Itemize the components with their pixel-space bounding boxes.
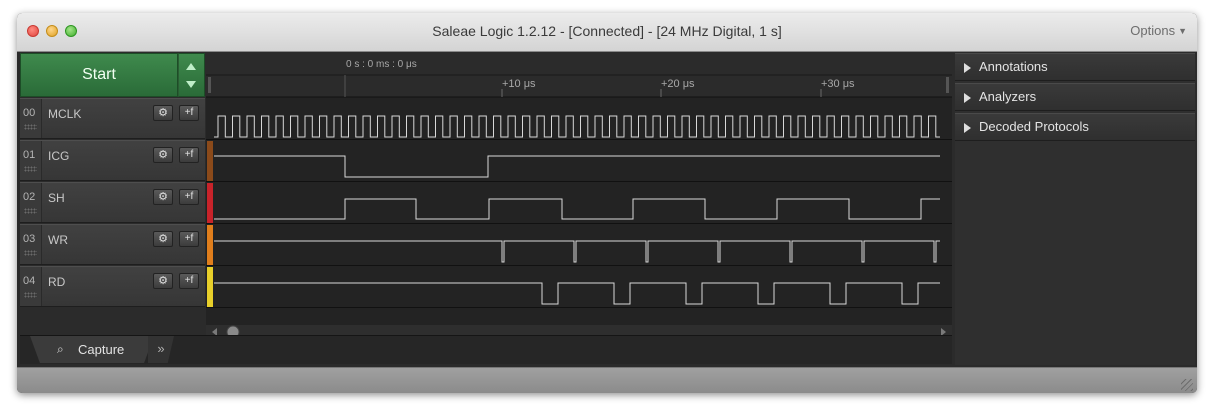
trace-sh — [214, 198, 940, 220]
channel-number: 03 — [23, 233, 36, 245]
grip-dots-icon — [24, 208, 37, 214]
gear-icon[interactable]: ⚙ — [153, 231, 173, 247]
disclosure-triangle-icon — [964, 123, 971, 133]
trigger-edge-icon[interactable]: +f — [179, 231, 199, 247]
channel-name[interactable]: SH — [48, 191, 65, 205]
panel-decoded-protocols[interactable]: Decoded Protocols — [955, 113, 1195, 141]
gear-icon[interactable]: ⚙ — [153, 189, 173, 205]
channel-row-rd[interactable]: 04 RD ⚙ +f — [20, 266, 205, 307]
channel-name[interactable]: WR — [48, 233, 68, 247]
drag-handle[interactable]: 04 — [20, 267, 42, 306]
resize-grip-icon[interactable] — [1181, 379, 1193, 391]
grip-dots-icon — [24, 124, 37, 130]
gear-icon[interactable]: ⚙ — [153, 147, 173, 163]
channel-row-mclk[interactable]: 00 MCLK ⚙ +f — [20, 98, 205, 139]
tab-capture[interactable]: ⌕ Capture — [30, 336, 154, 363]
trace-icg — [214, 155, 940, 178]
drag-handle[interactable]: 00 — [20, 99, 42, 138]
options-label: Options — [1130, 23, 1176, 38]
channel-row-sh[interactable]: 02 SH ⚙ +f — [20, 182, 205, 223]
trigger-edge-icon[interactable]: +f — [179, 147, 199, 163]
trigger-edge-icon[interactable]: +f — [179, 189, 199, 205]
start-options-stepper[interactable] — [178, 53, 205, 97]
timeline-origin: 0 s : 0 ms : 0 μs — [346, 59, 417, 70]
window-title: Saleae Logic 1.2.12 - [Connected] - [24 … — [432, 23, 782, 39]
drag-handle[interactable]: 01 — [20, 141, 42, 180]
panel-analyzers[interactable]: Analyzers — [955, 83, 1195, 111]
channel-row-wr[interactable]: 03 WR ⚙ +f — [20, 224, 205, 265]
gear-icon[interactable]: ⚙ — [153, 105, 173, 121]
panel-annotations[interactable]: Annotations — [955, 53, 1195, 81]
drag-handle[interactable]: 03 — [20, 225, 42, 264]
status-bar — [17, 367, 1197, 393]
side-panel: Annotations Analyzers Decoded Protocols — [955, 53, 1195, 365]
channel-color-strip — [207, 267, 213, 307]
channel-color-strip — [207, 225, 213, 265]
channel-number: 01 — [23, 149, 36, 161]
disclosure-triangle-icon — [964, 63, 971, 73]
waveform-canvas[interactable]: 0 s : 0 ms : 0 μs +10 μs +20 μs +30 μs — [206, 53, 952, 339]
range-handle-left[interactable] — [208, 77, 211, 93]
tab-capture-label: Capture — [78, 342, 125, 357]
panel-decoded-protocols-label: Decoded Protocols — [979, 119, 1089, 134]
channel-name[interactable]: MCLK — [48, 107, 81, 121]
gear-icon[interactable]: ⚙ — [153, 273, 173, 289]
grip-dots-icon — [24, 250, 37, 256]
chevron-double-right-icon[interactable]: » — [148, 336, 174, 363]
timeline-tick: +20 μs — [661, 78, 695, 90]
range-handle-right[interactable] — [946, 77, 949, 93]
trace-rd — [214, 282, 940, 305]
chevron-down-icon: ▼ — [1178, 26, 1187, 36]
start-button[interactable]: Start — [20, 53, 178, 97]
grip-dots-icon — [24, 292, 37, 298]
panel-annotations-label: Annotations — [979, 59, 1048, 74]
arrow-up-icon[interactable] — [186, 63, 196, 70]
trace-wr — [214, 240, 940, 263]
waveform-view[interactable]: 0 s : 0 ms : 0 μs +10 μs +20 μs +30 μs — [206, 53, 952, 339]
panel-analyzers-label: Analyzers — [979, 89, 1037, 104]
drag-handle[interactable]: 02 — [20, 183, 42, 222]
timeline-tick: +10 μs — [502, 78, 536, 90]
search-icon: ⌕ — [57, 342, 64, 356]
channel-row-icg[interactable]: 01 ICG ⚙ +f — [20, 140, 205, 181]
channel-color-strip — [207, 183, 213, 223]
disclosure-triangle-icon — [964, 93, 971, 103]
channel-name[interactable]: ICG — [48, 149, 69, 163]
channel-number: 04 — [23, 275, 36, 287]
trigger-edge-icon[interactable]: +f — [179, 273, 199, 289]
channel-number: 00 — [23, 107, 36, 119]
channel-color-strip — [207, 141, 213, 181]
app-window: Saleae Logic 1.2.12 - [Connected] - [24 … — [17, 13, 1197, 393]
grip-dots-icon — [24, 166, 37, 172]
bottom-tab-bar: ⌕ Capture » — [20, 335, 952, 364]
arrow-down-icon[interactable] — [186, 81, 196, 88]
channel-number: 02 — [23, 191, 36, 203]
channel-name[interactable]: RD — [48, 275, 65, 289]
trace-mclk — [214, 115, 940, 138]
trigger-edge-icon[interactable]: +f — [179, 105, 199, 121]
options-menu-button[interactable]: Options ▼ — [1130, 23, 1187, 38]
timeline-tick: +30 μs — [821, 78, 855, 90]
title-bar: Saleae Logic 1.2.12 - [Connected] - [24 … — [17, 13, 1197, 52]
